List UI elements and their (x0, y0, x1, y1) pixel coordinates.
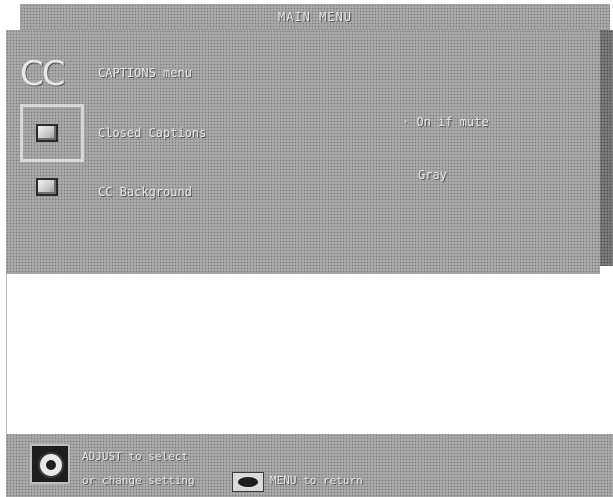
menu-heading: CAPTIONS menu (98, 66, 192, 80)
menu-title-bar: MAIN MENU (20, 4, 610, 30)
empty-menu-area (6, 274, 613, 434)
menu-oval-icon (238, 477, 258, 487)
value-marker: · (402, 115, 417, 129)
dpad-center-icon (46, 460, 56, 470)
cc-background-value[interactable]: Gray (418, 168, 447, 182)
closed-captions-button[interactable] (36, 124, 58, 142)
cc-logo-icon: CC (20, 54, 66, 94)
select-hint: ADJUST to select (82, 450, 188, 463)
dpad-ring-icon (38, 452, 64, 478)
panel-shadow (600, 30, 613, 266)
captions-menu-panel: CC CAPTIONS menu Closed Captions · On if… (6, 30, 600, 274)
help-bar: ADJUST to select or change setting MENU … (6, 434, 613, 497)
cc-background-label[interactable]: CC Background (98, 185, 192, 199)
change-hint: or change setting (82, 474, 195, 487)
menu-title: MAIN MENU (277, 10, 353, 24)
closed-captions-value[interactable]: · On if mute (402, 115, 489, 129)
dpad-icon (30, 444, 70, 484)
cc-background-button[interactable] (36, 178, 58, 196)
closed-captions-value-text: On if mute (416, 115, 489, 129)
return-hint: MENU to return (270, 474, 363, 487)
menu-button-icon (232, 472, 264, 492)
closed-captions-label[interactable]: Closed Captions (98, 126, 206, 140)
